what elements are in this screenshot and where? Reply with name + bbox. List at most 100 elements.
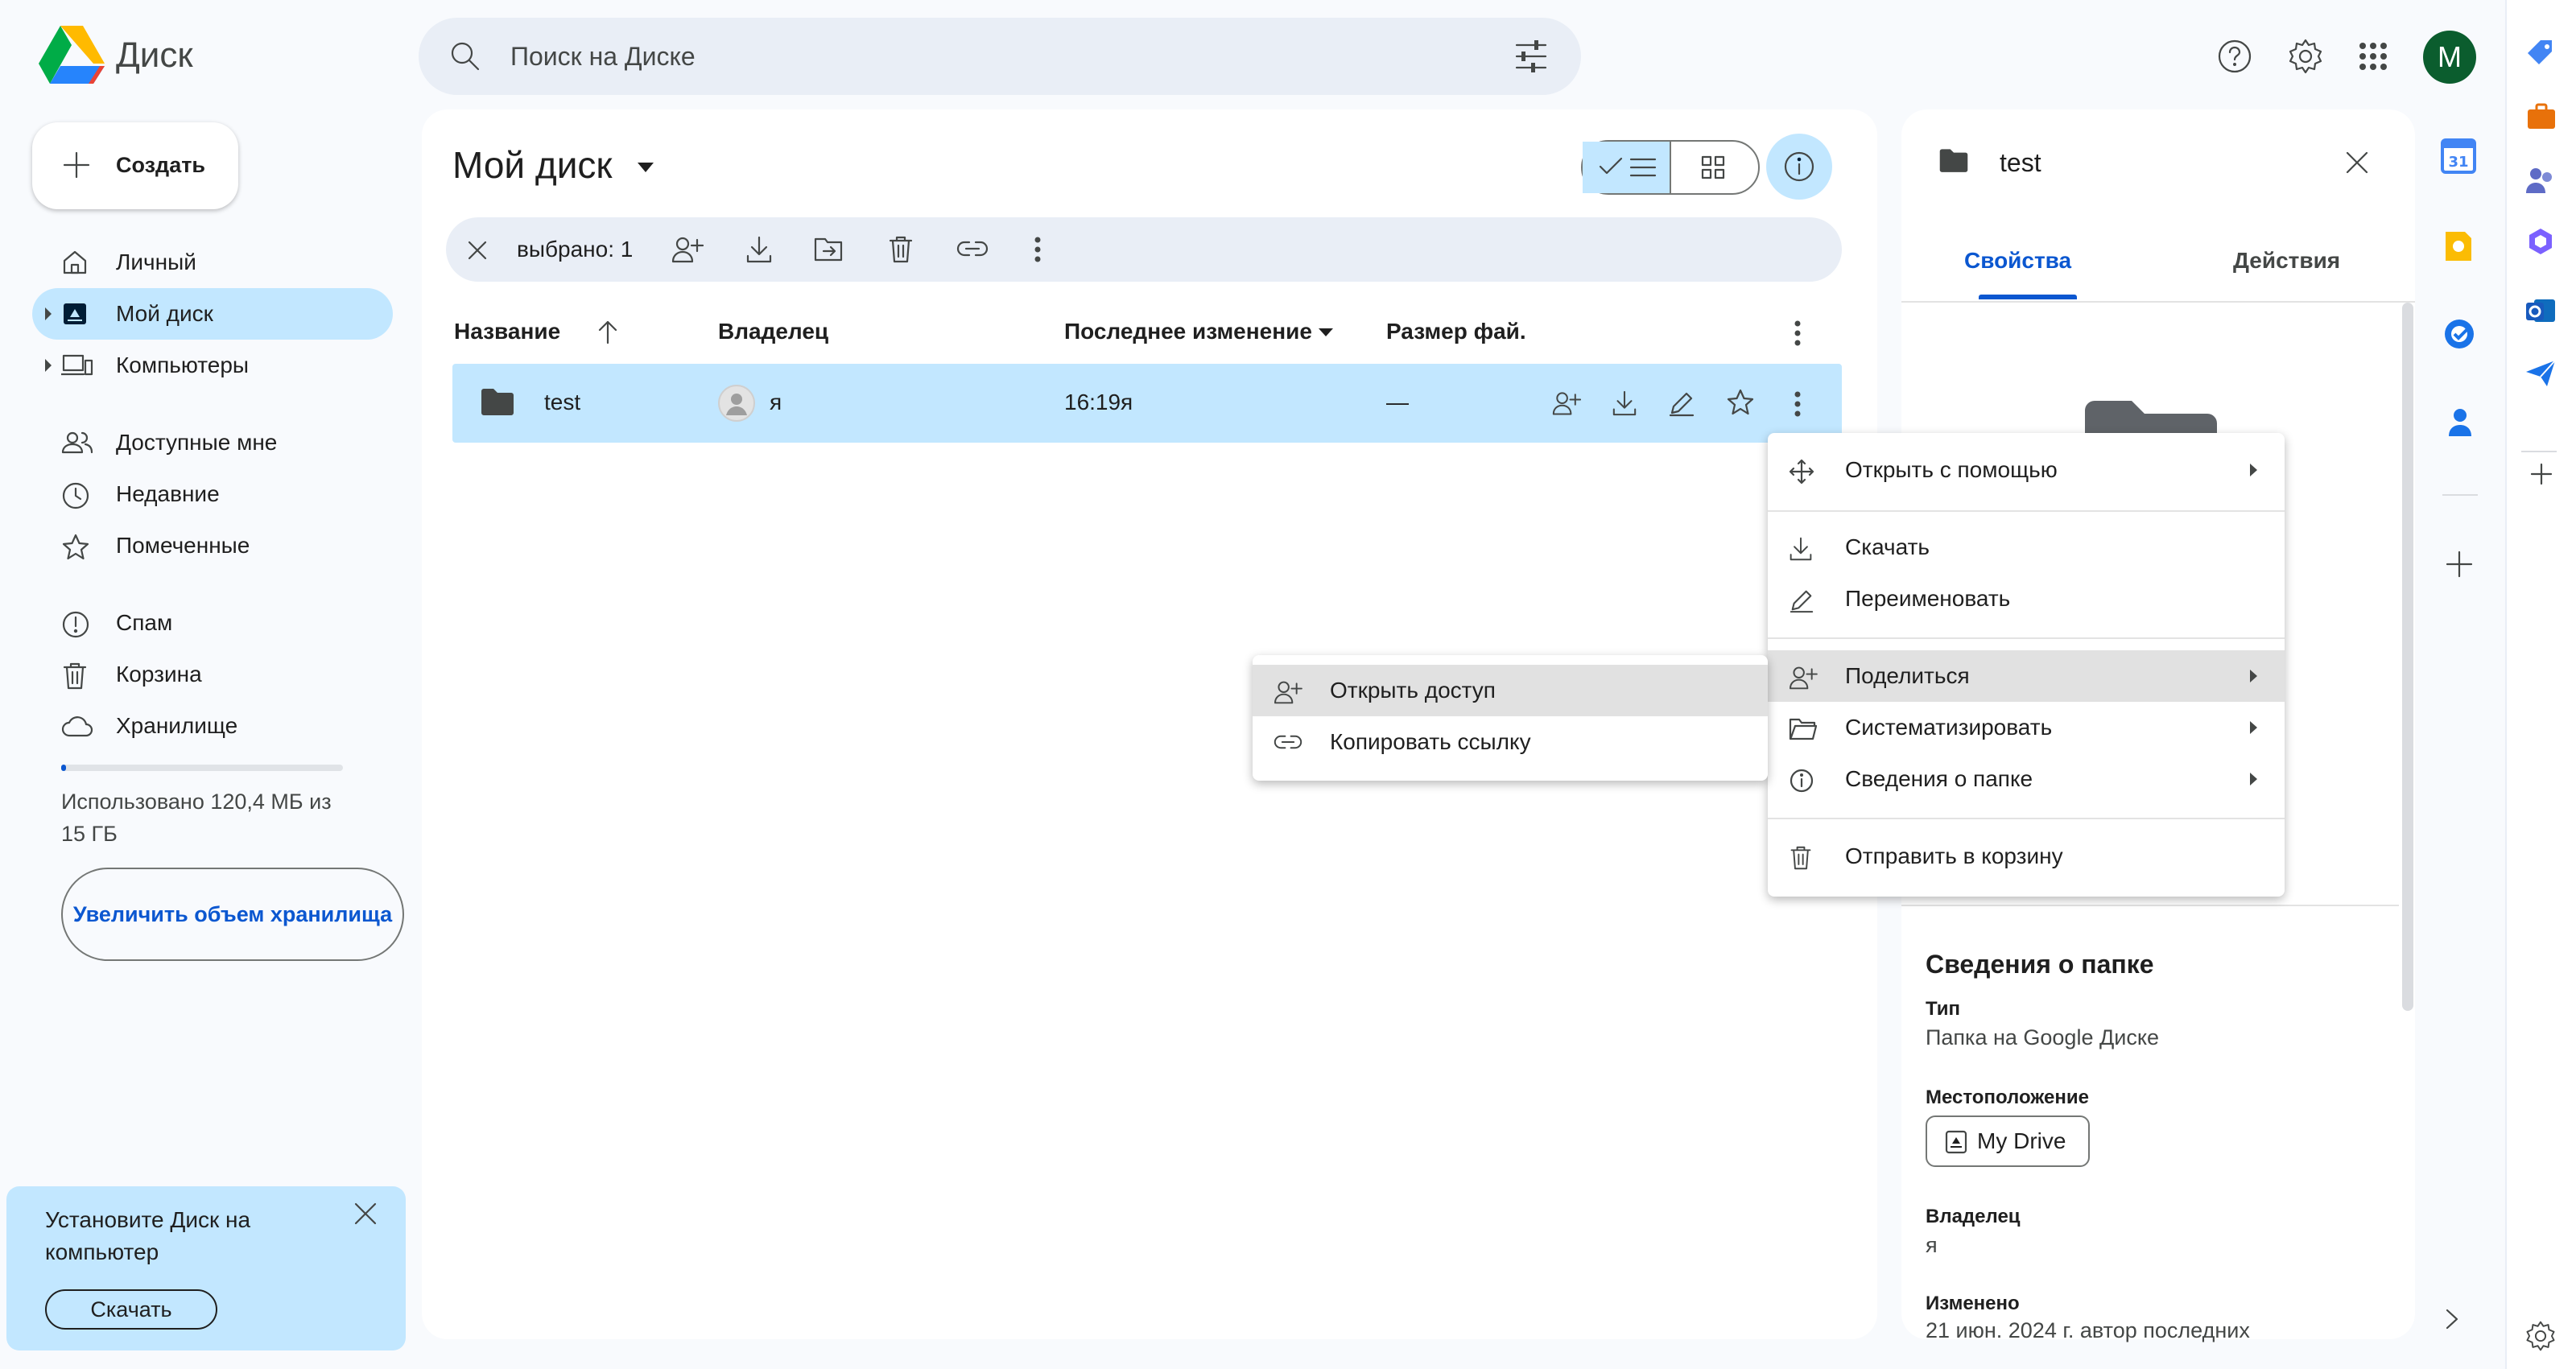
- column-header-modified[interactable]: Последнее изменение: [1064, 319, 1312, 344]
- file-name[interactable]: test: [544, 390, 580, 415]
- share-icon[interactable]: [671, 235, 704, 264]
- star-icon[interactable]: [1726, 388, 1755, 417]
- toggle-divider: [1670, 142, 1671, 193]
- account-avatar[interactable]: M: [2423, 31, 2476, 84]
- settings-gear-icon[interactable]: [2281, 32, 2330, 80]
- contacts-icon[interactable]: [2446, 406, 2475, 438]
- selection-count: выбрано: 1: [517, 237, 634, 262]
- download-icon[interactable]: [1612, 390, 1637, 417]
- people-addon-icon[interactable]: [2524, 164, 2557, 196]
- tasks-icon[interactable]: [2442, 317, 2476, 351]
- details-scrollbar[interactable]: [2402, 303, 2413, 1011]
- keep-icon[interactable]: [2442, 229, 2475, 264]
- share-icon[interactable]: [1552, 390, 1581, 417]
- menu-label: Поделиться: [1845, 663, 1970, 688]
- nav-item-my-drive[interactable]: Мой диск: [32, 288, 393, 340]
- menu-item-organize[interactable]: Систематизировать: [1768, 702, 2285, 753]
- menu-item-download[interactable]: Скачать: [1768, 522, 2285, 573]
- drive-logo-icon[interactable]: [39, 26, 105, 85]
- search-icon[interactable]: [448, 39, 483, 74]
- expand-panel-chevron-icon[interactable]: [2442, 1307, 2462, 1331]
- close-details-icon[interactable]: [2343, 148, 2372, 177]
- column-header-owner[interactable]: Владелец: [718, 319, 828, 344]
- app-name[interactable]: Диск: [116, 35, 193, 76]
- outlook-addon-icon[interactable]: [2524, 295, 2557, 327]
- location-value: My Drive: [1977, 1128, 2066, 1153]
- nav-item-personal[interactable]: Личный: [32, 237, 393, 288]
- nav-item-starred[interactable]: Помеченные: [32, 520, 393, 571]
- column-header-name[interactable]: Название: [454, 319, 560, 344]
- share-submenu: Открыть доступ Копировать ссылку: [1253, 655, 1768, 781]
- menu-item-rename[interactable]: Переименовать: [1768, 573, 2285, 625]
- menu-item-open-access[interactable]: Открыть доступ: [1253, 665, 1768, 716]
- more-vert-icon[interactable]: [1032, 235, 1043, 264]
- add-addon-icon[interactable]: [2444, 549, 2475, 579]
- tab-properties[interactable]: Свойства: [1964, 248, 2071, 274]
- search-options-icon[interactable]: [1513, 40, 1549, 72]
- sort-down-caret-icon[interactable]: [1317, 327, 1335, 338]
- modified-value: 21 июн. 2024 г. автор последних: [1926, 1318, 2250, 1342]
- tag-addon-icon[interactable]: [2524, 37, 2557, 69]
- info-icon[interactable]: [1766, 134, 1832, 200]
- close-icon[interactable]: [351, 1199, 380, 1228]
- menu-label: Скачать: [1845, 534, 1930, 559]
- briefcase-addon-icon[interactable]: [2526, 103, 2557, 130]
- expand-arrow-icon[interactable]: [45, 307, 52, 320]
- tab-divider: [1901, 301, 2415, 303]
- link-icon: [1274, 731, 1302, 753]
- rail-divider: [2521, 451, 2557, 452]
- upgrade-storage-button[interactable]: Увеличить объем хранилища: [61, 868, 404, 961]
- star-icon: [61, 533, 90, 562]
- nav-item-trash[interactable]: Корзина: [32, 649, 393, 700]
- list-view-button[interactable]: [1583, 142, 1671, 193]
- menu-item-trash[interactable]: Отправить в корзину: [1768, 831, 2285, 882]
- expand-arrow-icon[interactable]: [45, 359, 52, 372]
- search-input[interactable]: Поиск на Диске: [510, 42, 696, 72]
- folder-preview-icon: [2085, 398, 2217, 438]
- more-vert-icon[interactable]: [1792, 319, 1803, 348]
- help-icon[interactable]: [2211, 32, 2259, 80]
- type-value: Папка на Google Диске: [1926, 1025, 2159, 1049]
- menu-item-open-with[interactable]: Открыть с помощью: [1768, 444, 2285, 496]
- details-title: test: [2000, 148, 2041, 177]
- more-vert-icon[interactable]: [1792, 390, 1803, 419]
- page-title[interactable]: Мой диск: [452, 143, 613, 187]
- promo-download-button[interactable]: Скачать: [45, 1289, 217, 1330]
- computer-icon: [61, 353, 93, 378]
- grid-view-icon[interactable]: [1700, 155, 1726, 180]
- link-icon[interactable]: [956, 237, 989, 261]
- submenu-arrow-icon: [2250, 721, 2257, 734]
- location-chip[interactable]: My Drive: [1926, 1115, 2090, 1167]
- location-label: Местоположение: [1926, 1087, 2089, 1108]
- menu-item-copy-link[interactable]: Копировать ссылку: [1253, 716, 1768, 768]
- rail-settings-icon[interactable]: [2524, 1320, 2557, 1352]
- tab-actions[interactable]: Действия: [2233, 248, 2340, 274]
- menu-label: Систематизировать: [1845, 715, 2053, 740]
- storage-bar-fill: [61, 765, 66, 771]
- copilot-addon-icon[interactable]: [2524, 225, 2557, 258]
- send-addon-icon[interactable]: [2524, 357, 2557, 390]
- apps-grid-icon[interactable]: [2349, 32, 2397, 80]
- storage-bar: [61, 765, 343, 771]
- clear-selection-icon[interactable]: [464, 237, 491, 264]
- folder-icon: [480, 388, 515, 417]
- nav-item-recent[interactable]: Недавние: [32, 468, 393, 520]
- nav-item-shared[interactable]: Доступные мне: [32, 417, 393, 468]
- rename-pencil-icon[interactable]: [1668, 390, 1695, 417]
- caret-down-icon[interactable]: [636, 159, 655, 175]
- menu-item-share[interactable]: Поделиться: [1768, 650, 2285, 702]
- menu-item-folder-info[interactable]: Сведения о папке: [1768, 753, 2285, 805]
- add-app-icon[interactable]: [2529, 462, 2553, 486]
- nav-item-spam[interactable]: Спам: [32, 597, 393, 649]
- info-icon: [1789, 768, 1814, 794]
- details-heading: Сведения о папке: [1926, 950, 2154, 979]
- calendar-icon[interactable]: 31: [2441, 138, 2476, 174]
- side-panel-rail: [2505, 0, 2576, 1369]
- download-icon[interactable]: [745, 235, 773, 264]
- nav-item-computers[interactable]: Компьютеры: [32, 340, 393, 391]
- trash-icon[interactable]: [887, 235, 914, 264]
- column-header-size[interactable]: Размер фай.: [1386, 319, 1526, 344]
- nav-item-storage[interactable]: Хранилище: [32, 700, 393, 752]
- move-icon[interactable]: [813, 235, 844, 262]
- sort-up-arrow-icon[interactable]: [596, 319, 620, 344]
